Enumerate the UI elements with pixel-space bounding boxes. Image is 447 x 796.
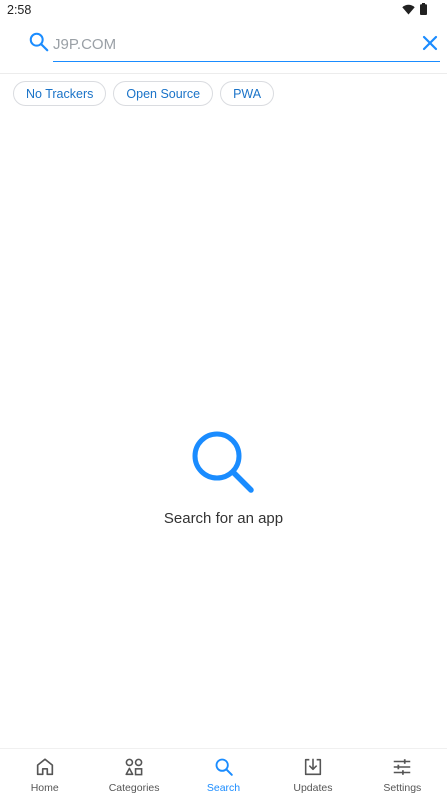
search-input[interactable]: [53, 28, 440, 62]
search-icon: [192, 431, 254, 493]
nav-label-search: Search: [206, 782, 241, 794]
empty-state: Search for an app: [0, 428, 447, 527]
sliders-icon: [394, 759, 411, 775]
status-time: 2:58: [7, 3, 32, 17]
bottom-nav: Home Categories Search Updates Settings: [0, 748, 447, 796]
chip-open-source[interactable]: Open Source: [113, 81, 214, 106]
search-bar: [0, 22, 447, 74]
nav-label-categories: Categories: [108, 782, 160, 794]
nav-item-updates[interactable]: Updates: [268, 749, 357, 796]
search-icon: [29, 32, 49, 52]
status-icons: [402, 3, 427, 15]
battery-icon: [420, 3, 427, 15]
nav-item-categories[interactable]: Categories: [89, 749, 178, 796]
filter-chips: No Trackers Open Source PWA: [13, 81, 275, 106]
nav-item-home[interactable]: Home: [0, 749, 89, 796]
nav-label-home: Home: [30, 782, 59, 794]
chip-no-trackers[interactable]: No Trackers: [13, 81, 107, 106]
chip-label: PWA: [233, 86, 262, 101]
chip-label: Open Source: [126, 86, 201, 101]
home-icon: [36, 758, 53, 776]
chip-label: No Trackers: [26, 86, 94, 101]
wifi-icon: [402, 4, 415, 14]
search-icon: [215, 758, 233, 776]
nav-label-updates: Updates: [293, 782, 333, 794]
close-icon[interactable]: [420, 33, 440, 53]
categories-icon: [125, 758, 143, 776]
nav-item-settings[interactable]: Settings: [358, 749, 447, 796]
nav-label-settings: Settings: [383, 782, 422, 794]
empty-state-text: Search for an app: [163, 510, 284, 527]
chip-pwa[interactable]: PWA: [220, 81, 275, 106]
nav-item-search[interactable]: Search: [179, 749, 268, 796]
status-bar: 2:58: [0, 0, 447, 22]
download-icon: [304, 758, 322, 776]
